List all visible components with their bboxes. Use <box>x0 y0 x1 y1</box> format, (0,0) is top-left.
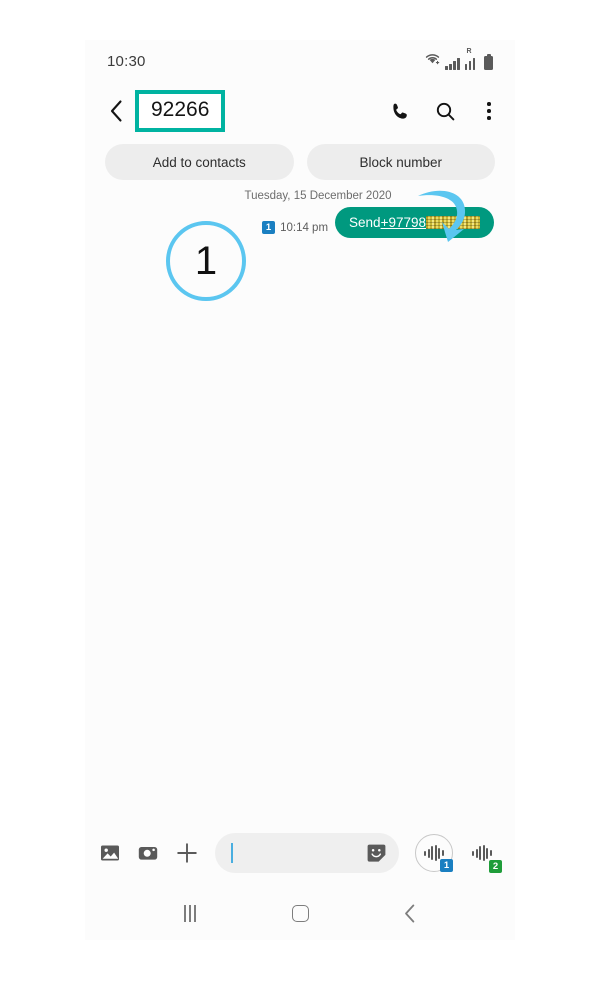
plus-icon[interactable] <box>175 841 199 865</box>
send-sim1-badge: 1 <box>440 859 453 872</box>
battery-icon <box>484 53 493 70</box>
phone-icon[interactable] <box>391 102 410 121</box>
message-input[interactable] <box>215 833 399 873</box>
app-bar-actions <box>391 100 497 122</box>
sticker-icon[interactable] <box>366 843 387 864</box>
text-cursor <box>231 843 233 863</box>
roaming-label: R <box>466 48 472 55</box>
message-text-prefix: Send <box>349 215 381 230</box>
annotation-arrow-icon <box>412 186 482 251</box>
quick-actions-row: Add to contacts Block number <box>85 144 515 180</box>
signal-roaming-icon: R <box>464 48 480 70</box>
add-to-contacts-button[interactable]: Add to contacts <box>105 144 294 180</box>
recents-icon[interactable] <box>164 893 216 933</box>
app-bar: 92266 <box>85 82 515 140</box>
wifi-icon <box>425 52 440 70</box>
image-icon[interactable] <box>99 842 121 864</box>
annotation-step-number: 1 <box>194 239 218 283</box>
composer-bar: 1 2 <box>85 820 515 886</box>
message-timestamp: 10:14 pm <box>280 221 329 234</box>
send-sim1-button[interactable]: 1 <box>415 834 453 872</box>
back-icon[interactable] <box>384 893 436 933</box>
send-sim2-button[interactable]: 2 <box>463 834 502 873</box>
phone-screen: 10:30 R 92266 Add to contacts Block numb… <box>85 40 515 940</box>
message-sim-badge: 1 <box>262 221 276 234</box>
status-bar: 10:30 R <box>85 40 515 82</box>
message-meta: 1 10:14 pm <box>262 221 328 238</box>
system-nav-bar <box>85 886 515 940</box>
send-buttons-group: 1 2 <box>415 834 502 873</box>
voice-waveform-icon <box>472 845 492 861</box>
overflow-menu-icon[interactable] <box>481 100 497 122</box>
conversation-title-highlight: 92266 <box>135 90 226 132</box>
home-icon[interactable] <box>274 893 326 933</box>
block-number-button[interactable]: Block number <box>306 144 495 180</box>
search-icon[interactable] <box>436 102 455 121</box>
camera-icon[interactable] <box>137 842 159 864</box>
status-bar-clock: 10:30 <box>107 52 146 70</box>
page-root: 10:30 R 92266 Add to contacts Block numb… <box>0 0 600 1000</box>
send-sim2-badge: 2 <box>489 860 502 873</box>
annotation-step-circle: 1 <box>166 221 246 301</box>
signal-icon <box>445 57 460 70</box>
page-title: 92266 <box>151 98 210 122</box>
status-bar-icons: R <box>425 48 493 70</box>
back-chevron-icon[interactable] <box>103 96 129 126</box>
